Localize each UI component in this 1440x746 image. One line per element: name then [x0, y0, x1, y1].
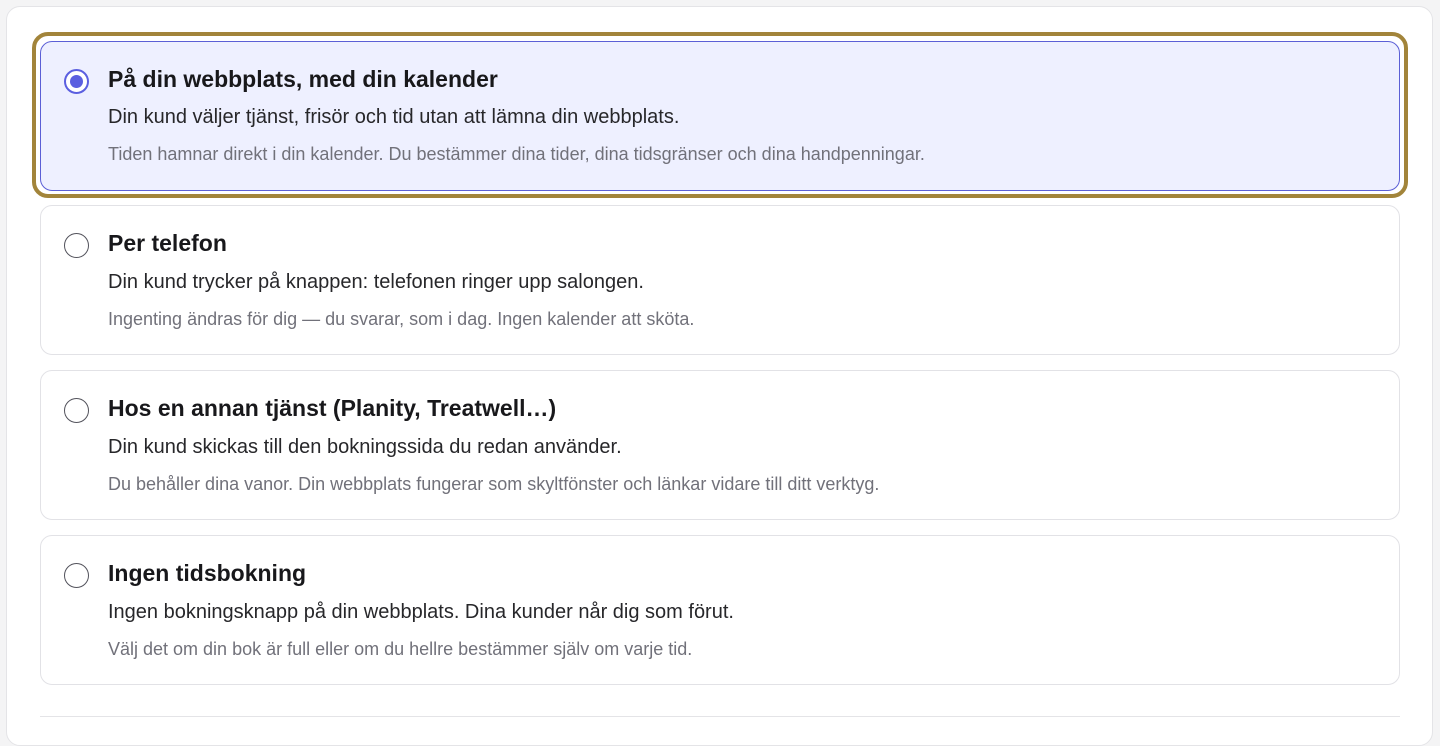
radio-button-checked[interactable] — [64, 69, 89, 94]
option-note: Ingenting ändras för dig — du svarar, so… — [108, 309, 695, 329]
option-title: Hos en annan tjänst (Planity, Treatwell…… — [108, 395, 557, 421]
option-own-website-calendar[interactable]: På din webbplats, med din kalender Din k… — [40, 41, 1400, 191]
radio-dot — [70, 75, 83, 88]
option-note: Välj det om din bok är full eller om du … — [108, 639, 693, 659]
option-description: Din kund trycker på knappen: telefonen r… — [108, 271, 644, 293]
option-description: Din kund skickas till den bokningssida d… — [108, 436, 622, 458]
option-title: Ingen tidsbokning — [108, 560, 307, 586]
option-no-booking[interactable]: Ingen tidsbokning Ingen bokningsknapp på… — [40, 535, 1400, 685]
option-title: På din webbplats, med din kalender — [108, 66, 498, 92]
radio-button[interactable] — [64, 233, 89, 258]
radio-button[interactable] — [64, 563, 89, 588]
option-description: Ingen bokningsknapp på din webbplats. Di… — [108, 601, 734, 623]
option-description: Din kund väljer tjänst, frisör och tid u… — [108, 106, 680, 128]
option-other-service[interactable]: Hos en annan tjänst (Planity, Treatwell…… — [40, 370, 1400, 520]
radio-button[interactable] — [64, 398, 89, 423]
option-note: Du behåller dina vanor. Din webbplats fu… — [108, 474, 880, 494]
option-phone[interactable]: Per telefon Din kund trycker på knappen:… — [40, 205, 1400, 355]
option-title: Per telefon — [108, 230, 227, 256]
section-divider — [40, 716, 1400, 717]
option-note: Tiden hamnar direkt i din kalender. Du b… — [108, 144, 925, 164]
